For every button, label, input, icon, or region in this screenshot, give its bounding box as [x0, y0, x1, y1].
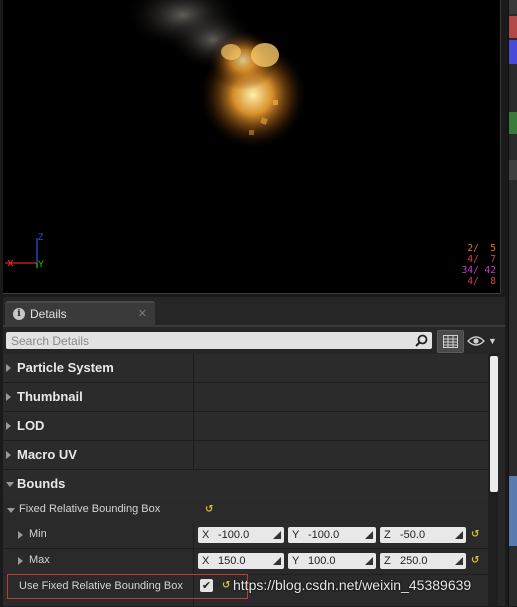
scrollbar-thumb[interactable] [490, 356, 498, 492]
stat-line: 4/ 8 [467, 276, 496, 287]
adjacent-panel-edge [508, 0, 517, 606]
expand-arrow-icon[interactable] [18, 557, 23, 565]
axis-label: X [202, 529, 210, 541]
field-value: 100.0 [308, 555, 336, 567]
column-divider [193, 412, 194, 440]
view-options-button[interactable]: ▼ [467, 333, 501, 349]
max-z-field[interactable]: Z 250.0 [380, 553, 466, 569]
category-label: Particle System [17, 360, 114, 375]
info-icon: i [13, 308, 25, 320]
edge-segment [509, 40, 517, 64]
property-max: Max X 150.0 Y 100.0 Z 250.0 ↺ [3, 549, 489, 575]
chevron-down-icon: ▼ [488, 336, 497, 346]
category-macro-uv[interactable]: Macro UV [3, 441, 489, 470]
search-icon[interactable] [415, 334, 428, 347]
axis-label: Y [292, 555, 300, 567]
category-particle-system[interactable]: Particle System [3, 354, 489, 383]
property-label: Max [29, 554, 50, 566]
category-label: Macro UV [17, 447, 77, 462]
edge-segment [509, 16, 517, 38]
reset-to-default-icon[interactable]: ↺ [205, 505, 215, 515]
min-y-field[interactable]: Y -100.0 [288, 527, 376, 543]
max-y-field[interactable]: Y 100.0 [288, 553, 376, 569]
column-divider [193, 383, 194, 411]
category-label: Thumbnail [17, 389, 83, 404]
tab-details[interactable]: i Details ✕ [5, 301, 155, 325]
axis-label: Y [292, 529, 300, 541]
min-z-field[interactable]: Z -50.0 [380, 527, 466, 543]
close-icon[interactable]: ✕ [138, 307, 147, 320]
field-value: -50.0 [400, 529, 426, 541]
category-bounds[interactable]: Bounds [3, 470, 489, 499]
reset-to-default-icon[interactable]: ↺ [471, 556, 481, 566]
grid-icon [443, 335, 458, 348]
expand-arrow-icon [6, 451, 11, 459]
tab-underline [3, 325, 505, 327]
column-divider [193, 523, 194, 548]
category-label: LOD [17, 418, 45, 433]
edge-segment [509, 0, 517, 14]
drag-spinner-icon [455, 531, 463, 539]
axis-z-label: Z [38, 232, 44, 242]
stat-line: 2/ 5 [467, 243, 496, 254]
expand-arrow-icon [6, 393, 11, 401]
edge-segment [509, 160, 517, 180]
search-box [6, 332, 432, 349]
stat-line: 34/ 42 [461, 265, 496, 276]
field-value: -100.0 [218, 529, 250, 541]
drag-spinner-icon [365, 531, 373, 539]
property-label: Min [29, 528, 47, 540]
edge-segment [509, 476, 517, 546]
axis-label: X [202, 555, 210, 567]
search-input[interactable] [6, 332, 408, 349]
column-divider [193, 354, 194, 382]
drag-spinner-icon [273, 531, 281, 539]
axis-label: Z [384, 555, 391, 567]
property-min: Min X -100.0 Y -100.0 Z -50.0 ↺ [3, 523, 489, 549]
expand-arrow-icon [6, 364, 11, 372]
reset-to-default-icon[interactable]: ↺ [471, 530, 481, 540]
axis-label: Z [384, 529, 391, 541]
column-divider [193, 549, 194, 574]
edge-segment [509, 112, 517, 134]
field-value: 150.0 [218, 555, 246, 567]
collapse-arrow-icon [6, 482, 14, 487]
expand-arrow-icon[interactable] [18, 531, 23, 539]
stat-line: 4/ 7 [467, 254, 496, 265]
field-value: -100.0 [308, 529, 340, 541]
details-panel: i Details ✕ ▼ Particle System [3, 297, 505, 607]
category-label: Bounds [17, 476, 66, 491]
min-x-field[interactable]: X -100.0 [198, 527, 284, 543]
category-thumbnail[interactable]: Thumbnail [3, 383, 489, 412]
max-x-field[interactable]: X 150.0 [198, 553, 284, 569]
tab-label: Details [30, 307, 67, 321]
eye-icon [467, 336, 485, 346]
axis-gizmo: Z Y [5, 232, 44, 269]
property-label: Fixed Relative Bounding Box [19, 503, 161, 515]
property-fixed-relative-bounding-box: Fixed Relative Bounding Box ↺ [3, 498, 489, 524]
particle-preview-viewport[interactable]: Z Y 2/ 5 4/ 7 34/ 42 4/ 8 [3, 0, 501, 294]
particle-effect-preview [123, 0, 308, 150]
expand-arrow-icon [6, 422, 11, 430]
drag-spinner-icon [273, 557, 281, 565]
field-value: 250.0 [400, 555, 428, 567]
stats-overlay: 2/ 5 4/ 7 34/ 42 4/ 8 [462, 243, 496, 287]
drag-spinner-icon [455, 557, 463, 565]
drag-spinner-icon [365, 557, 373, 565]
column-divider [193, 441, 194, 469]
watermark-text: https://blog.csdn.net/weixin_45389639 [233, 577, 472, 593]
highlight-annotation-box [7, 574, 248, 599]
property-matrix-button[interactable] [437, 330, 464, 353]
category-lod[interactable]: LOD [3, 412, 489, 441]
collapse-arrow-icon[interactable] [7, 508, 15, 513]
axis-y-label: Y [38, 259, 44, 269]
